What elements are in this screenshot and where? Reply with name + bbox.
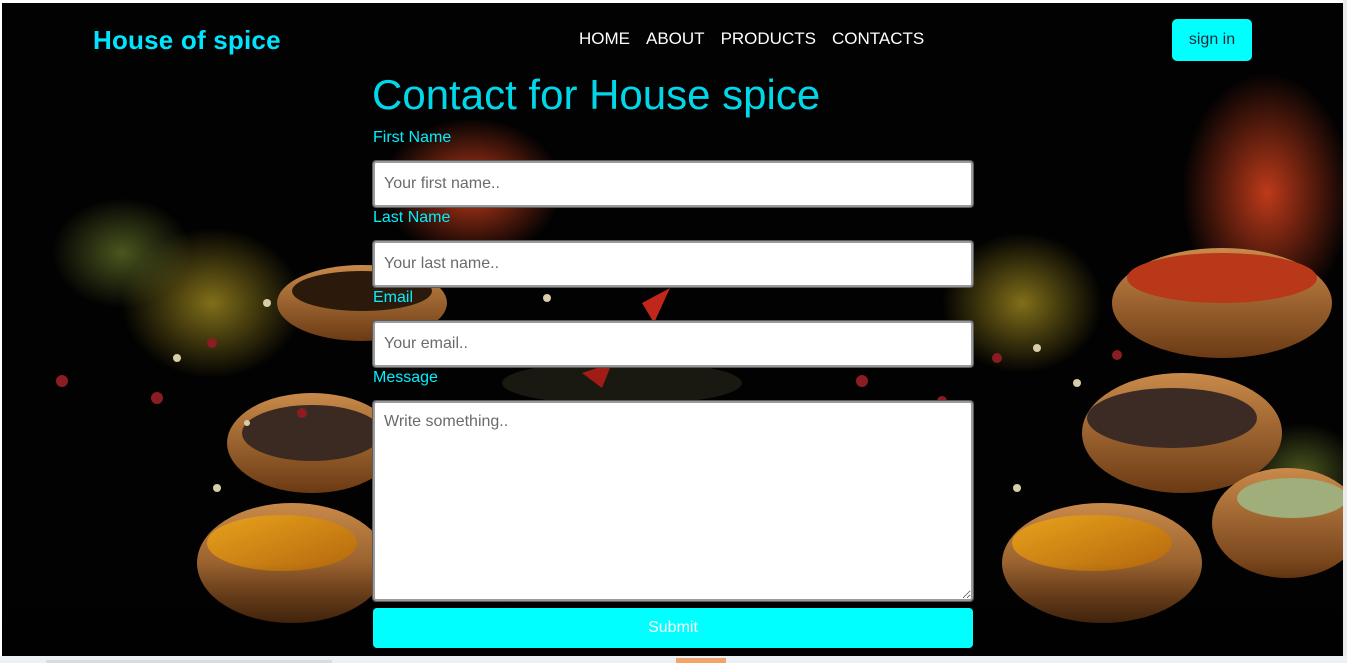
- contact-page: House of spice HOME ABOUT PRODUCTS CONTA…: [2, 3, 1343, 656]
- first-name-input[interactable]: [372, 160, 974, 208]
- main-nav: HOME ABOUT PRODUCTS CONTACTS: [579, 29, 940, 49]
- nav-contacts-link[interactable]: CONTACTS: [832, 29, 924, 49]
- last-name-input[interactable]: [372, 240, 974, 288]
- nav-about-link[interactable]: ABOUT: [646, 29, 705, 49]
- email-label: Email: [373, 289, 414, 306]
- message-textarea[interactable]: [372, 400, 974, 602]
- window-edge: [1343, 0, 1347, 656]
- brand-logo-text[interactable]: House of spice: [93, 25, 281, 56]
- first-name-label: First Name: [373, 129, 452, 146]
- sign-in-button[interactable]: sign in: [1172, 19, 1252, 61]
- page-title: Contact for House spice: [372, 71, 821, 118]
- nav-home-link[interactable]: HOME: [579, 29, 630, 49]
- nav-products-link[interactable]: PRODUCTS: [721, 29, 816, 49]
- taskbar-active-segment: [676, 658, 726, 663]
- email-input[interactable]: [372, 320, 974, 368]
- last-name-label: Last Name: [373, 209, 451, 226]
- submit-button[interactable]: Submit: [373, 608, 973, 648]
- message-label: Message: [373, 369, 438, 386]
